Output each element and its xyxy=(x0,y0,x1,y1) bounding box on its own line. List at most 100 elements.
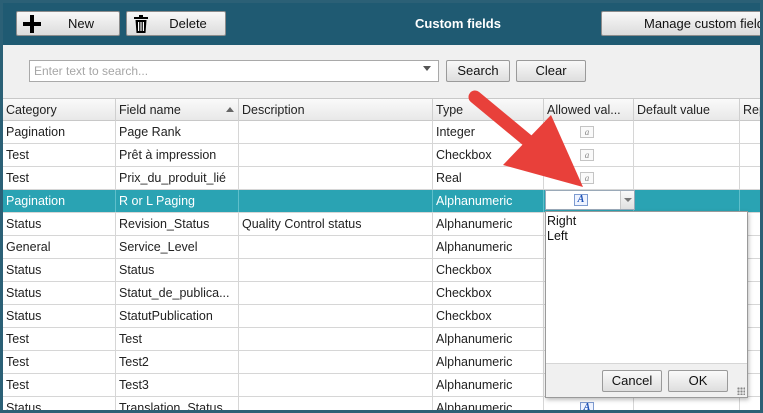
cell-type: Checkbox xyxy=(433,282,544,304)
cell-type: Checkbox xyxy=(433,144,544,166)
text-value-icon: a xyxy=(580,126,594,138)
search-bar: Search Clear xyxy=(3,45,760,98)
table-row[interactable]: Test Prix_du_produit_lié Real a xyxy=(3,167,760,190)
cell-type: Alphanumeric xyxy=(433,190,544,212)
text-value-icon: a xyxy=(580,149,594,161)
cell-description xyxy=(239,305,433,327)
cell-default-value[interactable] xyxy=(634,397,740,410)
cell-category: Status xyxy=(3,259,116,281)
cell-rep xyxy=(740,397,760,410)
cell-rep xyxy=(740,167,760,189)
cell-field-name: Page Rank xyxy=(116,121,239,143)
allowed-values-textarea[interactable]: Right Left xyxy=(547,214,576,244)
cell-type: Checkbox xyxy=(433,259,544,281)
cell-category: Status xyxy=(3,305,116,327)
cell-description xyxy=(239,121,433,143)
cell-category: General xyxy=(3,236,116,258)
allowed-values-popup: Right Left Cancel OK xyxy=(545,211,748,398)
column-header-rep[interactable]: Rep xyxy=(740,99,760,121)
column-header-category[interactable]: Category xyxy=(3,99,116,121)
cell-type: Real xyxy=(433,167,544,189)
column-header-description[interactable]: Description xyxy=(239,99,433,121)
cell-description xyxy=(239,259,433,281)
cell-default-value[interactable] xyxy=(634,121,740,143)
cell-description xyxy=(239,351,433,373)
cell-field-name: R or L Paging xyxy=(116,190,239,212)
popup-footer: Cancel OK xyxy=(546,363,747,397)
column-header-type[interactable]: Type xyxy=(433,99,544,121)
delete-button[interactable]: Delete xyxy=(126,11,226,36)
cell-allowed-values[interactable]: a xyxy=(544,144,634,166)
cell-description xyxy=(239,397,433,410)
chevron-down-icon[interactable] xyxy=(620,191,634,209)
cancel-button[interactable]: Cancel xyxy=(602,370,662,392)
new-button-label: New xyxy=(67,16,94,31)
cell-type: Alphanumeric xyxy=(433,351,544,373)
cell-default-value[interactable] xyxy=(634,167,740,189)
delete-button-label: Delete xyxy=(169,16,207,31)
cell-allowed-values[interactable]: a xyxy=(544,121,634,143)
search-button[interactable]: Search xyxy=(446,60,510,82)
cell-field-name: Test2 xyxy=(116,351,239,373)
plus-icon xyxy=(21,13,43,35)
cell-description xyxy=(239,282,433,304)
allowed-value-line: Left xyxy=(547,229,568,243)
cell-category: Status xyxy=(3,282,116,304)
cell-default-value[interactable] xyxy=(634,190,740,212)
cell-field-name: Service_Level xyxy=(116,236,239,258)
column-header-default-value[interactable]: Default value xyxy=(634,99,740,121)
allowed-values-editor[interactable]: A xyxy=(545,190,635,210)
manage-custom-fields-button[interactable]: Manage custom fields xyxy=(601,11,763,36)
cell-description xyxy=(239,144,433,166)
cell-type: Integer xyxy=(433,121,544,143)
cell-type: Checkbox xyxy=(433,305,544,327)
text-value-icon: A xyxy=(574,194,588,206)
cell-allowed-values[interactable]: A xyxy=(544,397,634,410)
table-row[interactable]: Pagination Page Rank Integer a xyxy=(3,121,760,144)
resize-grip-icon[interactable] xyxy=(737,387,745,395)
cell-category: Test xyxy=(3,167,116,189)
cell-category: Test xyxy=(3,328,116,350)
cell-type: Alphanumeric xyxy=(433,213,544,235)
cell-allowed-values[interactable]: a xyxy=(544,167,634,189)
cell-default-value[interactable] xyxy=(634,144,740,166)
search-input[interactable] xyxy=(29,60,439,82)
custom-fields-window: New Delete Custom fields Manage custom f… xyxy=(0,0,763,413)
new-button[interactable]: New xyxy=(16,11,120,36)
cell-field-name: Status xyxy=(116,259,239,281)
table-row[interactable]: Test Prêt à impression Checkbox a xyxy=(3,144,760,167)
sort-ascending-icon xyxy=(226,107,234,112)
table-header: Category Field name Description Type All… xyxy=(3,98,760,121)
text-value-icon: a xyxy=(580,172,594,184)
cell-description xyxy=(239,190,433,212)
cell-field-name: Revision_Status xyxy=(116,213,239,235)
clear-button[interactable]: Clear xyxy=(516,60,586,82)
manage-button-label: Manage custom fields xyxy=(644,16,763,31)
cell-category: Test xyxy=(3,351,116,373)
trash-icon xyxy=(131,13,151,35)
cell-type: Alphanumeric xyxy=(433,374,544,396)
table-row[interactable]: Status Translation_Status Alphanumeric A xyxy=(3,397,760,410)
cell-category: Status xyxy=(3,397,116,410)
ok-button[interactable]: OK xyxy=(668,370,728,392)
cell-description xyxy=(239,167,433,189)
cell-type: Alphanumeric xyxy=(433,328,544,350)
cell-field-name: Prêt à impression xyxy=(116,144,239,166)
cell-field-name: Prix_du_produit_lié xyxy=(116,167,239,189)
cell-rep xyxy=(740,121,760,143)
cell-description xyxy=(239,374,433,396)
search-history-dropdown-icon[interactable] xyxy=(423,66,431,71)
cell-category: Pagination xyxy=(3,121,116,143)
cell-rep xyxy=(740,144,760,166)
allowed-value-line: Right xyxy=(547,214,577,228)
cell-field-name: Test xyxy=(116,328,239,350)
cell-rep xyxy=(740,190,760,212)
cell-description: Quality Control status xyxy=(239,213,433,235)
page-title: Custom fields xyxy=(415,16,501,31)
toolbar: New Delete Custom fields Manage custom f… xyxy=(3,3,760,45)
column-header-allowed-values[interactable]: Allowed val... xyxy=(544,99,634,121)
column-header-field-name[interactable]: Field name xyxy=(116,99,239,121)
cell-field-name: Translation_Status xyxy=(116,397,239,410)
cell-category: Pagination xyxy=(3,190,116,212)
table-row-selected[interactable]: Pagination R or L Paging Alphanumeric xyxy=(3,190,760,213)
